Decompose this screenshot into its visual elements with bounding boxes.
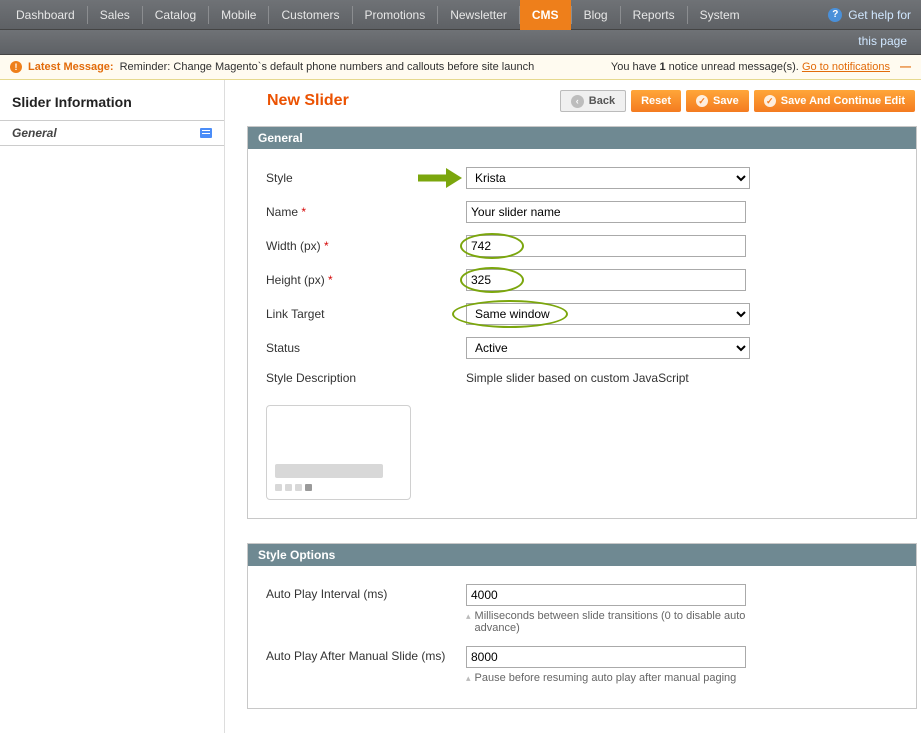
height-input[interactable] [466, 269, 746, 291]
linktarget-select[interactable]: Same window [466, 303, 750, 325]
latest-message-text: Reminder: Change Magento`s default phone… [120, 61, 535, 73]
nav-dashboard[interactable]: Dashboard [4, 0, 87, 30]
sidebar: Slider Information General [0, 80, 225, 733]
message-bar: ! Latest Message: Reminder: Change Magen… [0, 55, 921, 80]
aftermanual-input[interactable] [466, 646, 746, 668]
linktarget-label: Link Target [266, 307, 466, 321]
status-select[interactable]: Active [466, 337, 750, 359]
autoplay-hint: Milliseconds between slide transitions (… [466, 610, 766, 634]
status-label: Status [266, 341, 466, 355]
nav-sales[interactable]: Sales [88, 0, 142, 30]
panel-style-options: Style Options Auto Play Interval (ms) Mi… [247, 543, 917, 709]
styledesc-label: Style Description [266, 371, 466, 385]
panel-general: General Style Krista Name * Width (px) * [247, 126, 917, 519]
collapse-message-icon[interactable]: — [900, 61, 911, 73]
warning-icon: ! [10, 61, 22, 73]
notice-text: You have 1 notice unread message(s). Go … [611, 61, 890, 73]
nav-system[interactable]: System [688, 0, 752, 30]
save-button[interactable]: ✓Save [686, 90, 749, 112]
annotation-arrow-icon [416, 165, 462, 191]
help-text-1: Get help for [848, 8, 911, 22]
sidebar-tab-general[interactable]: General [0, 120, 224, 146]
styledesc-value: Simple slider based on custom JavaScript [466, 371, 689, 385]
panel-general-title: General [248, 127, 916, 149]
name-input[interactable] [466, 201, 746, 223]
width-label: Width (px) * [266, 239, 466, 253]
nav-cms[interactable]: CMS [520, 0, 571, 30]
nav-catalog[interactable]: Catalog [143, 0, 208, 30]
aftermanual-label: Auto Play After Manual Slide (ms) [266, 646, 466, 663]
style-preview [266, 405, 411, 500]
autoplay-label: Auto Play Interval (ms) [266, 584, 466, 601]
autoplay-input[interactable] [466, 584, 746, 606]
help-text-2: this page [0, 30, 921, 55]
back-button[interactable]: ‹Back [560, 90, 626, 112]
preview-bar [275, 464, 383, 478]
content-area: New Slider ‹Back Reset ✓Save ✓Save And C… [225, 80, 921, 733]
check-icon: ✓ [764, 95, 776, 107]
height-label: Height (px) * [266, 273, 466, 287]
sidebar-tab-label: General [12, 126, 57, 140]
notifications-link[interactable]: Go to notifications [802, 61, 890, 73]
nav-reports[interactable]: Reports [621, 0, 687, 30]
check-icon: ✓ [696, 95, 708, 107]
panel-styleopts-title: Style Options [248, 544, 916, 566]
preview-dots [275, 484, 402, 491]
nav-customers[interactable]: Customers [269, 0, 351, 30]
name-label: Name * [266, 205, 466, 219]
nav-newsletter[interactable]: Newsletter [438, 0, 519, 30]
nav-promotions[interactable]: Promotions [353, 0, 438, 30]
style-select[interactable]: Krista [466, 167, 750, 189]
aftermanual-hint: Pause before resuming auto play after ma… [466, 672, 766, 684]
tab-icon [200, 128, 212, 138]
width-input[interactable] [466, 235, 746, 257]
top-nav: Dashboard Sales Catalog Mobile Customers… [0, 0, 921, 30]
help-link[interactable]: ? Get help for [828, 8, 921, 22]
nav-blog[interactable]: Blog [572, 0, 620, 30]
help-icon: ? [828, 8, 842, 22]
nav-mobile[interactable]: Mobile [209, 0, 268, 30]
latest-message-label: Latest Message: [28, 61, 114, 73]
reset-button[interactable]: Reset [631, 90, 681, 112]
save-continue-button[interactable]: ✓Save And Continue Edit [754, 90, 915, 112]
page-title: New Slider [247, 92, 349, 110]
back-icon: ‹ [571, 95, 584, 108]
sidebar-title: Slider Information [0, 94, 224, 120]
